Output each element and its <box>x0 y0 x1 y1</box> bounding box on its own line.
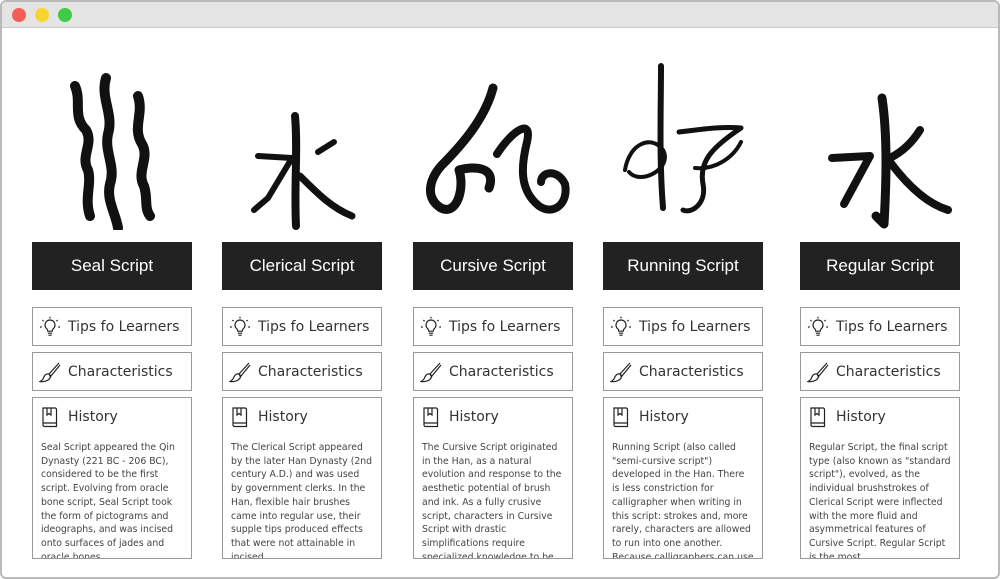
history-button[interactable]: History <box>32 397 192 436</box>
minimize-window-button[interactable] <box>35 8 49 22</box>
zoom-window-button[interactable] <box>58 8 72 22</box>
bookmark-book-icon <box>420 406 442 428</box>
history-text: Regular Script, the final script type (a… <box>800 435 960 559</box>
characteristics-label: Characteristics <box>68 363 173 380</box>
bookmark-book-icon <box>39 406 61 428</box>
tips-label: Tips fo Learners <box>836 318 948 335</box>
lightbulb-icon <box>610 316 632 338</box>
running-script-column: Running Script Tips fo Learners Characte… <box>603 28 763 577</box>
history-button[interactable]: History <box>603 397 763 436</box>
tips-label: Tips fo Learners <box>68 318 180 335</box>
lightbulb-icon <box>39 316 61 338</box>
characteristics-button[interactable]: Characteristics <box>413 352 573 391</box>
tips-for-learners-button[interactable]: Tips fo Learners <box>32 307 192 346</box>
tips-label: Tips fo Learners <box>639 318 751 335</box>
tips-for-learners-button[interactable]: Tips fo Learners <box>413 307 573 346</box>
characteristics-label: Characteristics <box>258 363 363 380</box>
tips-label: Tips fo Learners <box>258 318 370 335</box>
seal-script-column: Seal Script Tips fo Learners Characteris… <box>32 28 192 577</box>
brush-icon <box>229 361 251 383</box>
tips-label: Tips fo Learners <box>449 318 561 335</box>
characteristics-label: Characteristics <box>639 363 744 380</box>
history-button[interactable]: History <box>222 397 382 436</box>
history-button[interactable]: History <box>413 397 573 436</box>
lightbulb-icon <box>420 316 442 338</box>
history-text: The Cursive Script originated in the Han… <box>413 435 573 559</box>
history-button[interactable]: History <box>800 397 960 436</box>
tips-for-learners-button[interactable]: Tips fo Learners <box>603 307 763 346</box>
history-text: Running Script (also called "semi-cursiv… <box>603 435 763 559</box>
seal-script-button[interactable]: Seal Script <box>32 242 192 290</box>
bookmark-book-icon <box>610 406 632 428</box>
cursive-script-column: Cursive Script Tips fo Learners Characte… <box>413 28 573 577</box>
cursive-script-glyph-image <box>401 58 585 230</box>
clerical-script-glyph-image <box>210 58 394 230</box>
brush-icon <box>610 361 632 383</box>
close-window-button[interactable] <box>12 8 26 22</box>
history-label: History <box>449 408 499 425</box>
brush-icon <box>807 361 829 383</box>
clerical-script-button[interactable]: Clerical Script <box>222 242 382 290</box>
running-script-glyph-image <box>591 58 775 230</box>
history-label: History <box>258 408 308 425</box>
cursive-script-button[interactable]: Cursive Script <box>413 242 573 290</box>
tips-for-learners-button[interactable]: Tips fo Learners <box>800 307 960 346</box>
bookmark-book-icon <box>229 406 251 428</box>
history-label: History <box>68 408 118 425</box>
characteristics-label: Characteristics <box>449 363 554 380</box>
characteristics-button[interactable]: Characteristics <box>800 352 960 391</box>
lightbulb-icon <box>229 316 251 338</box>
seal-script-glyph-image <box>20 58 204 233</box>
regular-script-glyph-image <box>788 58 972 230</box>
characteristics-label: Characteristics <box>836 363 941 380</box>
brush-icon <box>420 361 442 383</box>
characteristics-button[interactable]: Characteristics <box>222 352 382 391</box>
history-label: History <box>836 408 886 425</box>
characteristics-button[interactable]: Characteristics <box>603 352 763 391</box>
characteristics-button[interactable]: Characteristics <box>32 352 192 391</box>
clerical-script-column: Clerical Script Tips fo Learners Charact… <box>222 28 382 577</box>
running-script-button[interactable]: Running Script <box>603 242 763 290</box>
history-label: History <box>639 408 689 425</box>
regular-script-column: Regular Script Tips fo Learners Characte… <box>800 28 960 577</box>
regular-script-button[interactable]: Regular Script <box>800 242 960 290</box>
history-text: The Clerical Script appeared by the late… <box>222 435 382 559</box>
history-text: Seal Script appeared the Qin Dynasty (22… <box>32 435 192 559</box>
lightbulb-icon <box>807 316 829 338</box>
tips-for-learners-button[interactable]: Tips fo Learners <box>222 307 382 346</box>
browser-window: Seal Script Tips fo Learners Characteris… <box>0 0 1000 579</box>
window-titlebar <box>2 2 998 28</box>
brush-icon <box>39 361 61 383</box>
bookmark-book-icon <box>807 406 829 428</box>
